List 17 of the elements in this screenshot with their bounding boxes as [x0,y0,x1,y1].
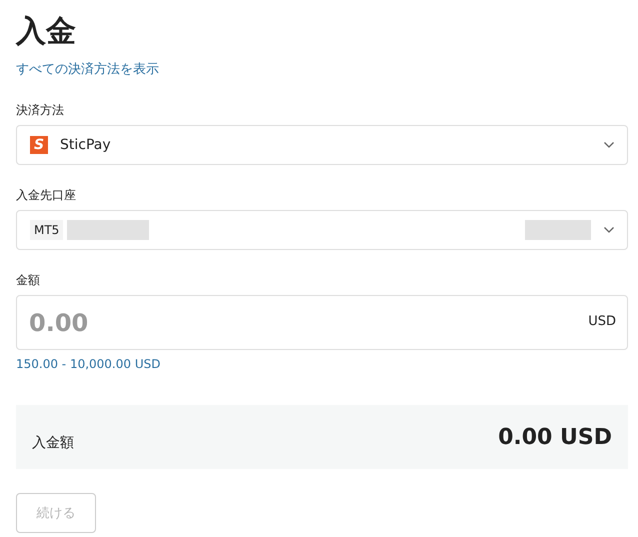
currency-label: USD [588,314,616,329]
chevron-down-icon [603,141,615,149]
payment-method-select[interactable]: S SticPay [16,125,628,165]
account-select[interactable]: MT5 [16,210,628,250]
field-label: 決済方法 [16,102,64,119]
amount-range: 150.00 - 10,000.00 USD [16,357,160,371]
chevron-down-icon [603,226,615,234]
account-type: MT5 [30,220,64,240]
summary-label: 入金額 [32,434,74,452]
redacted-block [525,220,591,240]
page-title: 入金 [16,13,76,51]
summary-amount: 0.00 USD [498,424,612,450]
select-value: SticPay [60,137,111,153]
field-label: 金額 [16,272,40,289]
field-label: 入金先口座 [16,187,76,204]
payment-logo: S [30,136,48,154]
all-methods-link[interactable]: すべての決済方法を表示 [16,60,159,78]
